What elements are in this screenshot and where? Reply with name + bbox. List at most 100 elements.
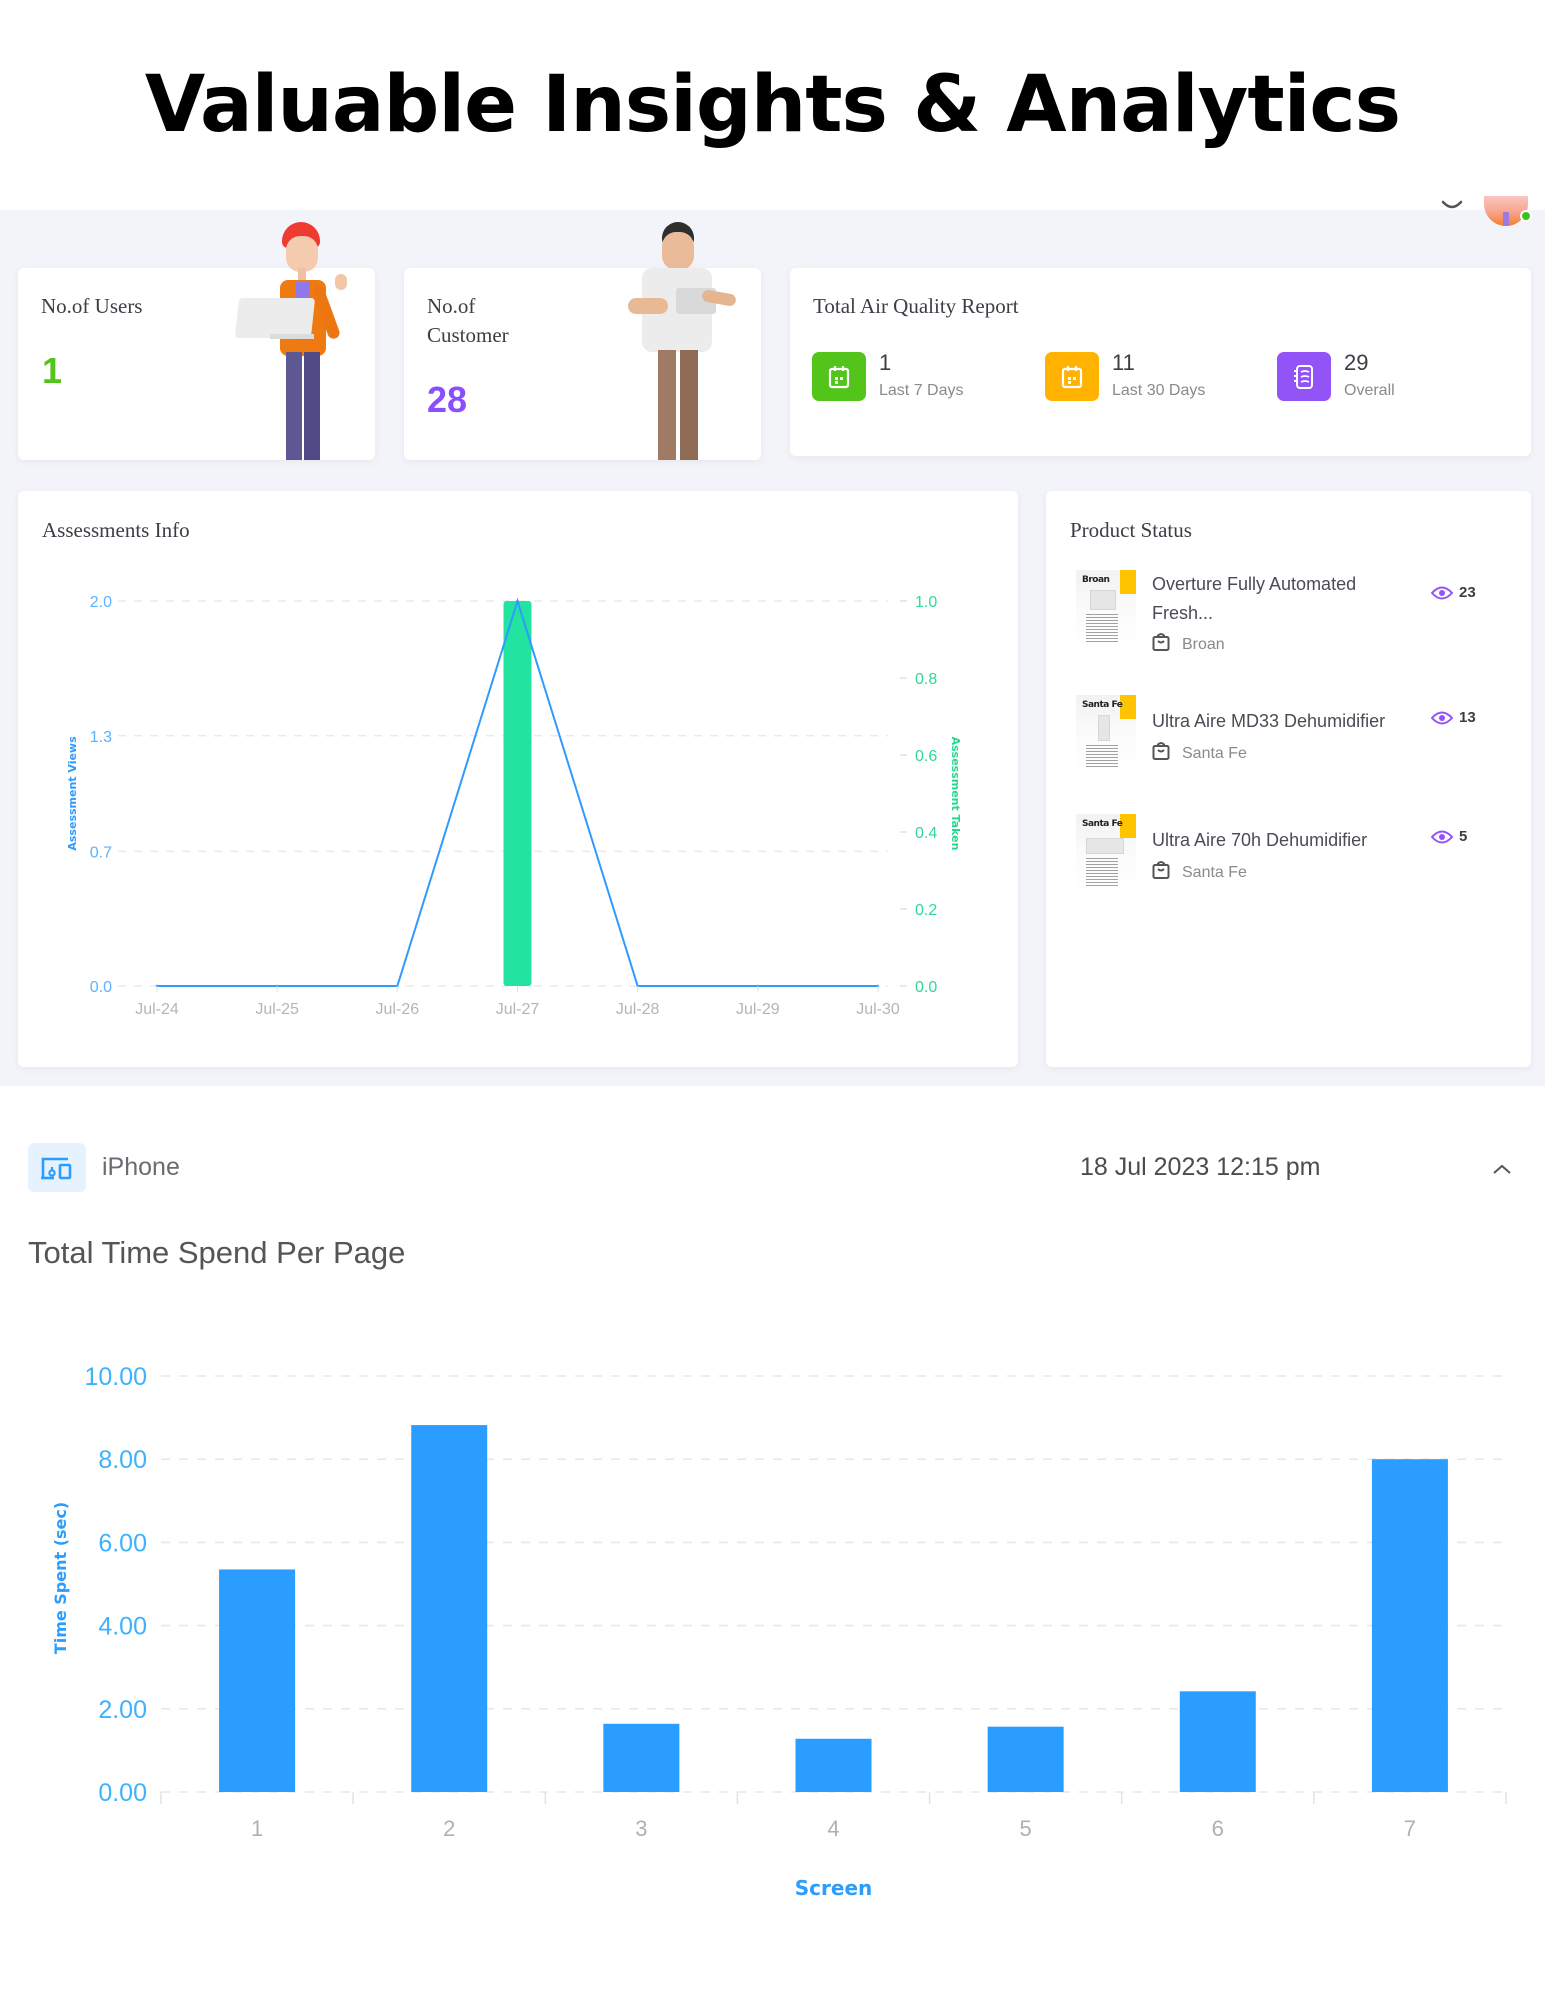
- x-axis-title: Screen: [795, 1876, 873, 1900]
- y-right-tick-label: 1.0: [915, 594, 937, 611]
- y-tick-label: 10.00: [84, 1363, 147, 1391]
- aq-label: Last 7 Days: [879, 382, 964, 399]
- aq-value: 1: [879, 350, 892, 375]
- session-timestamp: 18 Jul 2023 12:15 pm: [1080, 1153, 1321, 1181]
- x-tick-label: Jul-25: [255, 1001, 299, 1018]
- device-name: iPhone: [102, 1153, 180, 1181]
- thumbnail-brand: Broan: [1082, 575, 1110, 585]
- assessment-taken-bar[interactable]: [503, 601, 532, 986]
- x-tick-label: 2: [443, 1816, 455, 1841]
- users-count: 1: [42, 350, 63, 391]
- time-per-page-title: Total Time Spend Per Page: [28, 1235, 406, 1270]
- product-brand: Santa Fe: [1152, 860, 1247, 882]
- shopping-bag-icon: [1152, 633, 1170, 651]
- air-quality-report-card: Total Air Quality Report 1 Last 7 Days 1…: [790, 268, 1531, 456]
- x-tick-label: 1: [251, 1816, 263, 1841]
- brand-name: Santa Fe: [1182, 864, 1247, 881]
- customers-label: No.of Customer: [427, 294, 509, 347]
- product-views: 13: [1430, 709, 1476, 726]
- eye-icon: [1430, 711, 1454, 725]
- x-tick-label: Jul-28: [616, 1001, 660, 1018]
- brand-name: Santa Fe: [1182, 745, 1247, 762]
- time-spent-bar[interactable]: [987, 1726, 1064, 1792]
- x-tick-label: Jul-26: [376, 1001, 420, 1018]
- time-spent-bar[interactable]: [219, 1569, 296, 1792]
- thumbnail-brand: Santa Fe: [1082, 700, 1123, 710]
- device-icon: [28, 1143, 86, 1192]
- brand-name: Broan: [1182, 636, 1225, 653]
- y-tick-label: 1.3: [90, 729, 112, 746]
- customers-count: 28: [427, 379, 468, 420]
- aq-label: Overall: [1344, 382, 1395, 399]
- view-count: 23: [1459, 584, 1476, 601]
- x-tick-label: 7: [1404, 1816, 1416, 1841]
- eye-icon: [1430, 586, 1454, 600]
- online-status-dot: [1520, 210, 1532, 222]
- time-spent-bar[interactable]: [1371, 1459, 1448, 1792]
- x-tick-label: Jul-27: [496, 1001, 540, 1018]
- y-axis-title: Assessment Views: [66, 736, 79, 851]
- y-right-tick-label: 0.4: [915, 825, 937, 842]
- product-thumbnail: Broan: [1076, 570, 1136, 648]
- time-spent-bar[interactable]: [795, 1738, 872, 1792]
- aq-value: 11: [1112, 350, 1135, 375]
- y-tick-label: 0.00: [98, 1779, 147, 1807]
- product-status-card: Product Status Broan Overture Fully Auto…: [1046, 491, 1531, 1067]
- product-thumbnail: Santa Fe: [1076, 814, 1136, 892]
- view-count: 5: [1459, 828, 1468, 845]
- y-right-tick-label: 0.8: [915, 671, 937, 688]
- y-tick-label: 0.0: [90, 979, 112, 996]
- aq-label: Last 30 Days: [1112, 382, 1206, 399]
- y-right-tick-label: 0.6: [915, 748, 937, 765]
- time-spent-bar[interactable]: [411, 1425, 488, 1792]
- product-item[interactable]: Santa Fe Ultra Aire 70h Dehumidifier San…: [1076, 814, 1516, 894]
- y-tick-label: 0.7: [90, 844, 112, 861]
- x-tick-label: Jul-24: [135, 1001, 179, 1018]
- time-spent-bar[interactable]: [1179, 1691, 1256, 1792]
- y-right-tick-label: 0.2: [915, 902, 937, 919]
- aq-value: 29: [1344, 350, 1369, 375]
- product-item[interactable]: Santa Fe Ultra Aire MD33 Dehumidifier Sa…: [1076, 695, 1516, 775]
- calendar-icon: [812, 352, 866, 401]
- assessments-info-card: Assessments Info 0.0 0.7 1.3 2.0 0.0 0.2 0.4 0.…: [18, 491, 1018, 1067]
- product-item[interactable]: Broan Overture Fully Automated Fresh... …: [1076, 570, 1516, 660]
- x-tick-label: 3: [635, 1816, 647, 1841]
- assessment-views-point[interactable]: [516, 599, 519, 603]
- y-tick-label: 4.00: [98, 1613, 147, 1641]
- time-spent-bar[interactable]: [603, 1723, 680, 1792]
- users-label: No.of Users: [41, 294, 143, 318]
- product-views: 23: [1430, 584, 1476, 601]
- product-name: Ultra Aire MD33 Dehumidifier: [1152, 711, 1386, 731]
- y-axis-title: Time Spent (sec): [51, 1502, 70, 1654]
- eye-icon: [1430, 830, 1454, 844]
- y-right-tick-label: 0.0: [915, 979, 937, 996]
- product-name: Ultra Aire 70h Dehumidifier: [1152, 830, 1368, 850]
- y-tick-label: 2.0: [90, 594, 112, 611]
- time-per-page-chart: 0.00 2.00 4.00 6.00 8.00 10.00 Time Spent (sec…: [51, 1363, 1507, 1900]
- y-tick-label: 2.00: [98, 1696, 147, 1724]
- shopping-bag-icon: [1152, 742, 1170, 760]
- user-illustration: [230, 222, 370, 460]
- product-thumbnail: Santa Fe: [1076, 695, 1136, 773]
- chevron-up-icon: [1493, 1164, 1511, 1174]
- header-icon[interactable]: [1440, 200, 1464, 214]
- y-tick-label: 8.00: [98, 1446, 147, 1474]
- collapse-button[interactable]: [1488, 1158, 1516, 1180]
- product-brand: Broan: [1152, 632, 1225, 654]
- assessments-chart: 0.0 0.7 1.3 2.0 0.0 0.2 0.4 0.6 0.8 1.0 Assessment…: [66, 594, 962, 1018]
- calendar-icon: [1045, 352, 1099, 401]
- product-views: 5: [1430, 828, 1468, 845]
- page-hero-title: Valuable Insights & Analytics: [144, 60, 1401, 150]
- customer-illustration: [624, 222, 740, 460]
- x-tick-label: 4: [827, 1816, 839, 1841]
- x-tick-label: 6: [1212, 1816, 1224, 1841]
- y-tick-label: 6.00: [98, 1529, 147, 1557]
- x-tick-label: 5: [1020, 1816, 1032, 1841]
- y-right-axis-title: Assessment Taken: [949, 737, 962, 851]
- x-tick-label: Jul-29: [736, 1001, 780, 1018]
- report-icon: [1277, 352, 1331, 401]
- product-status-title: Product Status: [1070, 518, 1192, 542]
- thumbnail-brand: Santa Fe: [1082, 819, 1123, 829]
- view-count: 13: [1459, 709, 1476, 726]
- product-name: Overture Fully Automated Fresh...: [1152, 574, 1357, 623]
